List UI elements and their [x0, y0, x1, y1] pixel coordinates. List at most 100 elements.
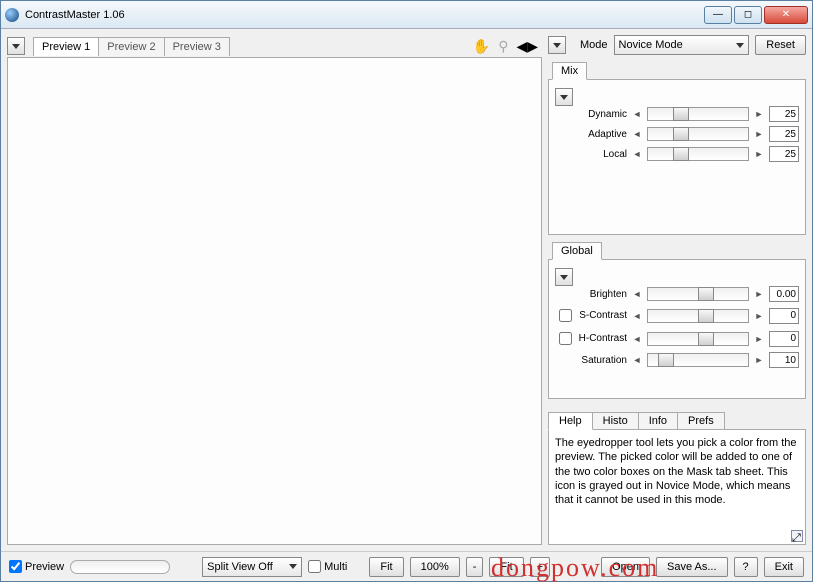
slider-dec[interactable]: ◄: [631, 355, 643, 365]
left-pane: Preview 1 Preview 2 Preview 3 ✋ ⚲ ◀▶: [7, 35, 542, 545]
slider-inc[interactable]: ►: [753, 311, 765, 321]
slider-check[interactable]: [559, 309, 572, 322]
window-title: ContrastMaster 1.06: [25, 9, 704, 21]
zoom-in-button[interactable]: +: [530, 557, 550, 577]
multi-checkbox-input[interactable]: [308, 560, 321, 573]
tool-icons: ✋ ⚲ ◀▶: [473, 38, 542, 55]
eyedropper-icon[interactable]: ⚲: [498, 38, 508, 55]
resize-handle[interactable]: ⤢: [791, 530, 803, 542]
preview-checkbox[interactable]: Preview: [9, 560, 64, 573]
slider-row-s-contrast: S-Contrast ◄ ►: [555, 306, 799, 325]
tab-histo[interactable]: Histo: [592, 412, 639, 430]
exit-button[interactable]: Exit: [764, 557, 804, 577]
fit-button-2[interactable]: Fit: [489, 557, 523, 577]
reset-button[interactable]: Reset: [755, 35, 806, 55]
slider-label: Brighten: [573, 289, 627, 300]
multi-checkbox[interactable]: Multi: [308, 560, 347, 573]
slider-value[interactable]: [769, 352, 799, 368]
fit-button-1[interactable]: Fit: [369, 557, 403, 577]
right-pane: Mode Novice Mode Reset Mix Dynamic◄►Adap…: [548, 35, 806, 545]
zoom-out-button[interactable]: -: [466, 557, 484, 577]
slider-track[interactable]: [647, 107, 749, 121]
slider-thumb[interactable]: [673, 107, 689, 121]
slider-inc[interactable]: ►: [753, 334, 765, 344]
global-menu-button[interactable]: [555, 268, 573, 286]
help-text: The eyedropper tool lets you pick a colo…: [555, 437, 797, 506]
zoom-button[interactable]: 100%: [410, 557, 460, 577]
slider-dec[interactable]: ◄: [631, 109, 643, 119]
slider-value[interactable]: [769, 106, 799, 122]
slider-track[interactable]: [647, 147, 749, 161]
footer-bar: Preview Split View Off Multi Fit 100% - …: [1, 551, 812, 581]
open-button[interactable]: Open: [601, 557, 650, 577]
preview-menu-button[interactable]: [7, 37, 25, 55]
tab-help[interactable]: Help: [548, 412, 593, 430]
preview-checkbox-input[interactable]: [9, 560, 22, 573]
help-panel-wrap: Help Histo Info Prefs The eyedropper too…: [548, 412, 806, 545]
slider-inc[interactable]: ►: [753, 129, 765, 139]
mix-tab[interactable]: Mix: [552, 62, 587, 80]
global-panel: Brighten◄►S-Contrast◄►H-Contrast◄►Satura…: [548, 259, 806, 399]
mode-menu-button[interactable]: [548, 36, 566, 54]
mix-panel-wrap: Mix Dynamic◄►Adaptive◄►Local◄►: [548, 61, 806, 235]
slider-inc[interactable]: ►: [753, 355, 765, 365]
slider-dec[interactable]: ◄: [631, 334, 643, 344]
maximize-button[interactable]: ◻: [734, 6, 762, 24]
slider-check[interactable]: [559, 332, 572, 345]
slider-label: Adaptive: [573, 129, 627, 140]
mode-row: Mode Novice Mode Reset: [548, 35, 806, 55]
save-as-button[interactable]: Save As...: [656, 557, 728, 577]
close-button[interactable]: ✕: [764, 6, 808, 24]
hand-tool-icon[interactable]: ✋: [473, 38, 490, 55]
slider-row-dynamic: Dynamic◄►: [555, 106, 799, 122]
slider-thumb[interactable]: [658, 353, 674, 367]
slider-track[interactable]: [647, 309, 749, 323]
slider-value[interactable]: [769, 308, 799, 324]
slider-thumb[interactable]: [698, 332, 714, 346]
slider-thumb[interactable]: [673, 127, 689, 141]
slider-dec[interactable]: ◄: [631, 311, 643, 321]
mix-panel: Dynamic◄►Adaptive◄►Local◄►: [548, 79, 806, 235]
slider-inc[interactable]: ►: [753, 289, 765, 299]
slider-value[interactable]: [769, 331, 799, 347]
split-view-label: Split View Off: [207, 561, 273, 573]
slider-value[interactable]: [769, 286, 799, 302]
tab-preview-1[interactable]: Preview 1: [33, 37, 99, 56]
split-view-combo[interactable]: Split View Off: [202, 557, 302, 577]
slider-dec[interactable]: ◄: [631, 289, 643, 299]
slider-label: Local: [573, 149, 627, 160]
tab-info[interactable]: Info: [638, 412, 678, 430]
tab-preview-2[interactable]: Preview 2: [98, 37, 164, 56]
slider-thumb[interactable]: [698, 287, 714, 301]
slider-inc[interactable]: ►: [753, 149, 765, 159]
mode-combo[interactable]: Novice Mode: [614, 35, 750, 55]
slider-track[interactable]: [647, 127, 749, 141]
slider-row-h-contrast: H-Contrast ◄ ►: [555, 329, 799, 348]
compare-icon[interactable]: ◀▶: [516, 38, 538, 55]
mix-menu-button[interactable]: [555, 88, 573, 106]
slider-label: S-Contrast: [573, 310, 627, 321]
minimize-button[interactable]: —: [704, 6, 732, 24]
slider-row-local: Local ◄ ►: [555, 146, 799, 162]
slider-dec[interactable]: ◄: [631, 149, 643, 159]
global-tab[interactable]: Global: [552, 242, 602, 260]
help-button[interactable]: ?: [734, 557, 758, 577]
app-icon: [5, 8, 19, 22]
preview-tab-bar: Preview 1 Preview 2 Preview 3 ✋ ⚲ ◀▶: [7, 35, 542, 57]
slider-thumb[interactable]: [673, 147, 689, 161]
slider-track[interactable]: [647, 332, 749, 346]
slider-label: H-Contrast: [573, 333, 627, 344]
slider-inc[interactable]: ►: [753, 109, 765, 119]
content-area: Preview 1 Preview 2 Preview 3 ✋ ⚲ ◀▶ Mod…: [1, 29, 812, 551]
tab-prefs[interactable]: Prefs: [677, 412, 725, 430]
preview-canvas[interactable]: [7, 57, 542, 545]
slider-track[interactable]: [647, 353, 749, 367]
slider-row-saturation: Saturation◄►: [555, 352, 799, 368]
slider-track[interactable]: [647, 287, 749, 301]
tab-preview-3[interactable]: Preview 3: [164, 37, 230, 56]
slider-dec[interactable]: ◄: [631, 129, 643, 139]
titlebar: ContrastMaster 1.06 — ◻ ✕: [1, 1, 812, 29]
slider-value[interactable]: [769, 146, 799, 162]
slider-thumb[interactable]: [698, 309, 714, 323]
slider-value[interactable]: [769, 126, 799, 142]
